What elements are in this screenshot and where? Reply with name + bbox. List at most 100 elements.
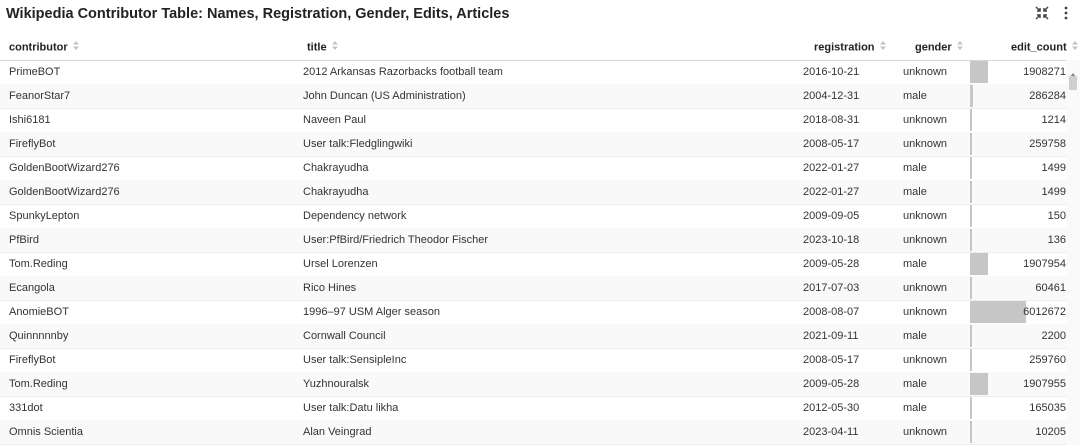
table-row[interactable]: AnomieBOT 1996–97 USM Alger season 2008-08… bbox=[0, 300, 1068, 325]
cell-gender: unknown bbox=[903, 354, 948, 366]
cell-gender: male bbox=[903, 378, 927, 390]
table-row[interactable]: Tom.Reding Yuzhnouralsk 2009-05-28 male 1907… bbox=[0, 372, 1068, 397]
sort-icon[interactable] bbox=[1071, 35, 1078, 60]
table-row[interactable]: GoldenBootWizard276 Chakrayudha 2022-01-27… bbox=[0, 156, 1068, 181]
cell-contributor: Quinnnnnby bbox=[9, 330, 69, 342]
edit-count-value: 1907955 bbox=[1023, 378, 1066, 390]
table-row[interactable]: FireflyBot User talk:Fledglingwiki 2008-05… bbox=[0, 132, 1068, 157]
edit-count-value: 6012672 bbox=[1023, 306, 1066, 318]
edit-count-bar bbox=[970, 373, 988, 395]
cell-gender: unknown bbox=[903, 138, 948, 150]
cell-contributor: Ecangola bbox=[9, 282, 55, 294]
cell-contributor: FireflyBot bbox=[9, 354, 56, 366]
cell-registration: 2022-01-27 bbox=[803, 162, 860, 174]
cell-title: 1996–97 USM Alger season bbox=[303, 306, 440, 318]
cell-registration: 2004-12-31 bbox=[803, 90, 860, 102]
sort-icon[interactable] bbox=[331, 35, 338, 60]
edit-count-bar bbox=[970, 253, 988, 275]
table-row[interactable]: GoldenBootWizard276 Chakrayudha 2022-01-27… bbox=[0, 180, 1068, 205]
cell-edit-count: 1499 bbox=[970, 180, 1068, 204]
edit-count-value: 60461 bbox=[1035, 282, 1066, 294]
cell-title: Dependency network bbox=[303, 210, 407, 222]
cell-gender: male bbox=[903, 186, 927, 198]
cell-gender: male bbox=[903, 402, 927, 414]
edit-count-value: 1499 bbox=[1041, 186, 1066, 198]
edit-count-value: 165035 bbox=[1029, 402, 1066, 414]
column-header-contributor[interactable]: contributor bbox=[9, 35, 79, 60]
cell-contributor: Tom.Reding bbox=[9, 378, 68, 390]
cell-title: User talk:Fledglingwiki bbox=[303, 138, 413, 150]
table-row[interactable]: Quinnnnnby Cornwall Council 2021-09-11 male… bbox=[0, 324, 1068, 349]
cell-gender: unknown bbox=[903, 282, 948, 294]
cell-title: Chakrayudha bbox=[303, 186, 369, 198]
edit-count-bar bbox=[970, 181, 972, 203]
cell-title: User talk:Datu likha bbox=[303, 402, 399, 414]
edit-count-value: 150 bbox=[1047, 210, 1066, 222]
table-row[interactable]: SpunkyLepton Dependency network 2009-09-05… bbox=[0, 204, 1068, 229]
cell-registration: 2008-05-17 bbox=[803, 354, 860, 366]
edit-count-value: 1499 bbox=[1041, 162, 1066, 174]
table-row[interactable]: 331dot User talk:Datu likha 2012-05-30 male… bbox=[0, 396, 1068, 421]
cell-contributor: Omnis Scientia bbox=[9, 426, 83, 438]
cell-title: John Duncan (US Administration) bbox=[303, 90, 466, 102]
edit-count-value: 136 bbox=[1047, 234, 1066, 246]
table-row[interactable]: FeanorStar7 John Duncan (US Administratio… bbox=[0, 84, 1068, 109]
cell-contributor: PfBird bbox=[9, 234, 39, 246]
sort-icon[interactable] bbox=[879, 35, 886, 60]
cell-edit-count: 136 bbox=[970, 228, 1068, 252]
table-row[interactable]: FireflyBot User talk:SensipleInc 2008-05-1… bbox=[0, 348, 1068, 373]
more-vertical-icon[interactable] bbox=[1056, 3, 1076, 23]
table-row[interactable]: Tom.Reding Ursel Lorenzen 2009-05-28 male 19… bbox=[0, 252, 1068, 277]
edit-count-bar bbox=[970, 205, 972, 227]
cell-edit-count: 1214 bbox=[970, 108, 1068, 132]
cell-contributor: PrimeBOT bbox=[9, 66, 61, 78]
sort-icon[interactable] bbox=[956, 35, 963, 60]
cell-contributor: 331dot bbox=[9, 402, 43, 414]
column-header-title[interactable]: title bbox=[307, 35, 338, 60]
cell-registration: 2016-10-21 bbox=[803, 66, 860, 78]
edit-count-bar bbox=[970, 229, 972, 251]
cell-registration: 2023-04-11 bbox=[803, 426, 859, 438]
edit-count-bar bbox=[970, 133, 973, 155]
edit-count-value: 259760 bbox=[1029, 354, 1066, 366]
column-header-gender[interactable]: gender bbox=[915, 35, 963, 60]
cell-registration: 2018-08-31 bbox=[803, 114, 860, 126]
edit-count-bar bbox=[970, 61, 988, 83]
cell-edit-count: 1907955 bbox=[970, 372, 1068, 396]
cell-gender: unknown bbox=[903, 306, 948, 318]
table-row[interactable]: Ecangola Rico Hines 2017-07-03 unknown 60461 bbox=[0, 276, 1068, 301]
cell-edit-count: 259758 bbox=[970, 132, 1068, 156]
cell-registration: 2021-09-11 bbox=[803, 330, 859, 342]
table-row[interactable]: Omnis Scientia Alan Veingrad 2023-04-11 unk… bbox=[0, 420, 1068, 445]
column-header-registration[interactable]: registration bbox=[814, 35, 886, 60]
table-row[interactable]: PrimeBOT 2012 Arkansas Razorbacks footbal… bbox=[0, 60, 1068, 85]
sort-icon[interactable] bbox=[72, 35, 79, 60]
cell-registration: 2008-08-07 bbox=[803, 306, 860, 318]
edit-count-value: 286284 bbox=[1029, 90, 1066, 102]
cell-registration: 2009-05-28 bbox=[803, 258, 860, 270]
cell-edit-count: 10205 bbox=[970, 420, 1068, 444]
cell-gender: male bbox=[903, 258, 927, 270]
minimize-icon[interactable] bbox=[1032, 3, 1052, 23]
cell-edit-count: 1907954 bbox=[970, 252, 1068, 276]
cell-gender: unknown bbox=[903, 66, 948, 78]
edit-count-bar bbox=[970, 421, 972, 443]
table-row[interactable]: Ishi6181 Naveen Paul 2018-08-31 unknown 1214 bbox=[0, 108, 1068, 133]
cell-edit-count: 1499 bbox=[970, 156, 1068, 180]
cell-title: Rico Hines bbox=[303, 282, 357, 294]
cell-contributor: FireflyBot bbox=[9, 138, 56, 150]
table-row[interactable]: PfBird User:PfBird/Friedrich Theodor Fisc… bbox=[0, 228, 1068, 253]
cell-contributor: SpunkyLepton bbox=[9, 210, 80, 222]
cell-contributor: GoldenBootWizard276 bbox=[9, 186, 120, 198]
cell-contributor: Tom.Reding bbox=[9, 258, 68, 270]
edit-count-bar bbox=[970, 109, 972, 131]
cell-registration: 2009-09-05 bbox=[803, 210, 860, 222]
vertical-scrollbar[interactable] bbox=[1066, 60, 1080, 445]
column-header-edit-count[interactable]: edit_count bbox=[1011, 35, 1078, 60]
edit-count-value: 1908271 bbox=[1023, 66, 1066, 78]
scrollbar-thumb[interactable] bbox=[1069, 76, 1077, 90]
cell-edit-count: 165035 bbox=[970, 396, 1068, 420]
cell-contributor: AnomieBOT bbox=[9, 306, 69, 318]
edit-count-value: 1907954 bbox=[1023, 258, 1066, 270]
page-title: Wikipedia Contributor Table: Names, Regi… bbox=[6, 6, 510, 22]
